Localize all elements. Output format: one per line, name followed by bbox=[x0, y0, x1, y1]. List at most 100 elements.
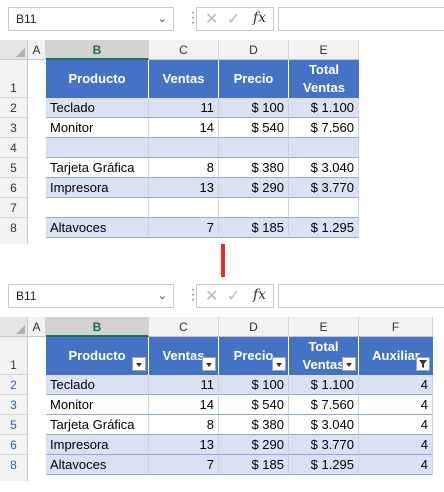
cell-precio[interactable]: $ 540 bbox=[219, 118, 289, 138]
chevron-down-icon[interactable]: ⌄ bbox=[158, 285, 167, 307]
row-header-1[interactable]: 1 bbox=[0, 60, 28, 98]
row-header-5[interactable]: 5 bbox=[0, 415, 28, 435]
row-header-3[interactable]: 3 bbox=[0, 395, 28, 415]
cell-ventas[interactable] bbox=[149, 138, 219, 158]
cell-precio[interactable]: $ 185 bbox=[219, 218, 289, 238]
cell-ventas[interactable]: 11 bbox=[149, 375, 219, 395]
cell-producto[interactable]: Altavoces bbox=[46, 455, 149, 475]
filter-dropdown-icon[interactable] bbox=[272, 357, 286, 371]
cell-auxiliar[interactable]: 4 bbox=[359, 435, 433, 455]
cell-precio[interactable]: $ 290 bbox=[219, 178, 289, 198]
row-header-4[interactable]: 4 bbox=[0, 138, 28, 158]
header-producto[interactable]: Producto bbox=[46, 60, 149, 98]
column-header-e[interactable]: E bbox=[289, 317, 359, 337]
row-header-6[interactable]: 6 bbox=[0, 435, 28, 455]
filter-dropdown-icon[interactable] bbox=[132, 357, 146, 371]
cell-auxiliar[interactable]: 4 bbox=[359, 415, 433, 435]
header-precio[interactable]: Precio bbox=[219, 60, 289, 98]
cancel-x-icon[interactable]: ✕ bbox=[205, 286, 218, 306]
fx-icon[interactable]: fx bbox=[253, 10, 266, 26]
column-header-a[interactable]: A bbox=[28, 317, 46, 337]
cell-producto[interactable]: Teclado bbox=[46, 98, 149, 118]
column-header-b[interactable]: B bbox=[46, 317, 149, 337]
column-header-a[interactable]: A bbox=[28, 40, 46, 60]
row-header-6[interactable]: 6 bbox=[0, 178, 28, 198]
row-header-1[interactable]: 1 bbox=[0, 337, 28, 375]
cell-ventas[interactable]: 7 bbox=[149, 218, 219, 238]
cell-ventas[interactable]: 11 bbox=[149, 98, 219, 118]
cell-precio[interactable]: $ 185 bbox=[219, 455, 289, 475]
cell-total[interactable]: $ 1.295 bbox=[289, 455, 359, 475]
column-header-d[interactable]: D bbox=[219, 317, 289, 337]
column-header-d[interactable]: D bbox=[219, 40, 289, 60]
filter-dropdown-icon[interactable] bbox=[202, 357, 216, 371]
cell-ventas[interactable]: 14 bbox=[149, 395, 219, 415]
cell-precio[interactable]: $ 100 bbox=[219, 98, 289, 118]
cell-total[interactable] bbox=[289, 198, 359, 218]
cell-precio[interactable] bbox=[219, 198, 289, 218]
checkmark-icon[interactable]: ✓ bbox=[227, 9, 240, 29]
column-header-b[interactable]: B bbox=[46, 40, 149, 60]
cell-total[interactable]: $ 3.040 bbox=[289, 415, 359, 435]
chevron-down-icon[interactable]: ⌄ bbox=[158, 8, 167, 30]
select-all-corner[interactable] bbox=[0, 317, 28, 337]
cell-total[interactable]: $ 1.100 bbox=[289, 98, 359, 118]
checkmark-icon[interactable]: ✓ bbox=[227, 286, 240, 306]
formula-input[interactable] bbox=[278, 7, 444, 31]
cell-total[interactable]: $ 3.770 bbox=[289, 435, 359, 455]
cell-ventas[interactable]: 14 bbox=[149, 118, 219, 138]
row-header-2[interactable]: 2 bbox=[0, 375, 28, 395]
row-header-2[interactable]: 2 bbox=[0, 98, 28, 118]
column-header-e[interactable]: E bbox=[289, 40, 359, 60]
cell-ventas[interactable]: 8 bbox=[149, 158, 219, 178]
cell-total[interactable]: $ 1.100 bbox=[289, 375, 359, 395]
cell-precio[interactable]: $ 380 bbox=[219, 415, 289, 435]
select-all-corner[interactable] bbox=[0, 40, 28, 60]
cell-precio[interactable] bbox=[219, 138, 289, 158]
formula-input[interactable] bbox=[278, 284, 444, 308]
cell-precio[interactable]: $ 380 bbox=[219, 158, 289, 178]
cell-ventas[interactable]: 8 bbox=[149, 415, 219, 435]
cell-producto[interactable]: Impresora bbox=[46, 435, 149, 455]
cell-producto[interactable]: Altavoces bbox=[46, 218, 149, 238]
header-total-ventas[interactable]: Total Ventas bbox=[289, 60, 359, 98]
cell-producto[interactable]: Teclado bbox=[46, 375, 149, 395]
column-header-c[interactable]: C bbox=[149, 40, 219, 60]
filter-funnel-icon[interactable] bbox=[416, 357, 430, 371]
filter-dropdown-icon[interactable] bbox=[342, 357, 356, 371]
header-ventas[interactable]: Ventas bbox=[149, 60, 219, 98]
cell-producto[interactable] bbox=[46, 138, 149, 158]
cell-precio[interactable]: $ 290 bbox=[219, 435, 289, 455]
cell-producto[interactable]: Monitor bbox=[46, 395, 149, 415]
row-header-5[interactable]: 5 bbox=[0, 158, 28, 178]
cancel-x-icon[interactable]: ✕ bbox=[205, 9, 218, 29]
row-header-7[interactable]: 7 bbox=[0, 198, 28, 218]
column-header-f[interactable]: F bbox=[359, 317, 433, 337]
name-box[interactable]: B11 ⌄ bbox=[8, 7, 174, 31]
cell-total[interactable] bbox=[289, 138, 359, 158]
cell-total[interactable]: $ 7.560 bbox=[289, 395, 359, 415]
cell-precio[interactable]: $ 540 bbox=[219, 395, 289, 415]
cell-producto[interactable] bbox=[46, 198, 149, 218]
cell-total[interactable]: $ 7.560 bbox=[289, 118, 359, 138]
cell-total[interactable]: $ 3.040 bbox=[289, 158, 359, 178]
cell-precio[interactable]: $ 100 bbox=[219, 375, 289, 395]
cell-auxiliar[interactable]: 4 bbox=[359, 455, 433, 475]
fx-icon[interactable]: fx bbox=[253, 287, 266, 303]
name-box[interactable]: B11 ⌄ bbox=[8, 284, 174, 308]
cell-auxiliar[interactable]: 4 bbox=[359, 395, 433, 415]
column-header-c[interactable]: C bbox=[149, 317, 219, 337]
cell-producto[interactable]: Tarjeta Gráfica bbox=[46, 158, 149, 178]
cell-producto[interactable]: Monitor bbox=[46, 118, 149, 138]
cell-ventas[interactable] bbox=[149, 198, 219, 218]
cell-total[interactable]: $ 1.295 bbox=[289, 218, 359, 238]
cell-producto[interactable]: Impresora bbox=[46, 178, 149, 198]
cell-producto[interactable]: Tarjeta Gráfica bbox=[46, 415, 149, 435]
row-header-3[interactable]: 3 bbox=[0, 118, 28, 138]
cell-total[interactable]: $ 3.770 bbox=[289, 178, 359, 198]
cell-auxiliar[interactable]: 4 bbox=[359, 375, 433, 395]
cell-ventas[interactable]: 13 bbox=[149, 435, 219, 455]
row-header-8[interactable]: 8 bbox=[0, 218, 28, 244]
row-header-8[interactable]: 8 bbox=[0, 455, 28, 481]
cell-ventas[interactable]: 7 bbox=[149, 455, 219, 475]
